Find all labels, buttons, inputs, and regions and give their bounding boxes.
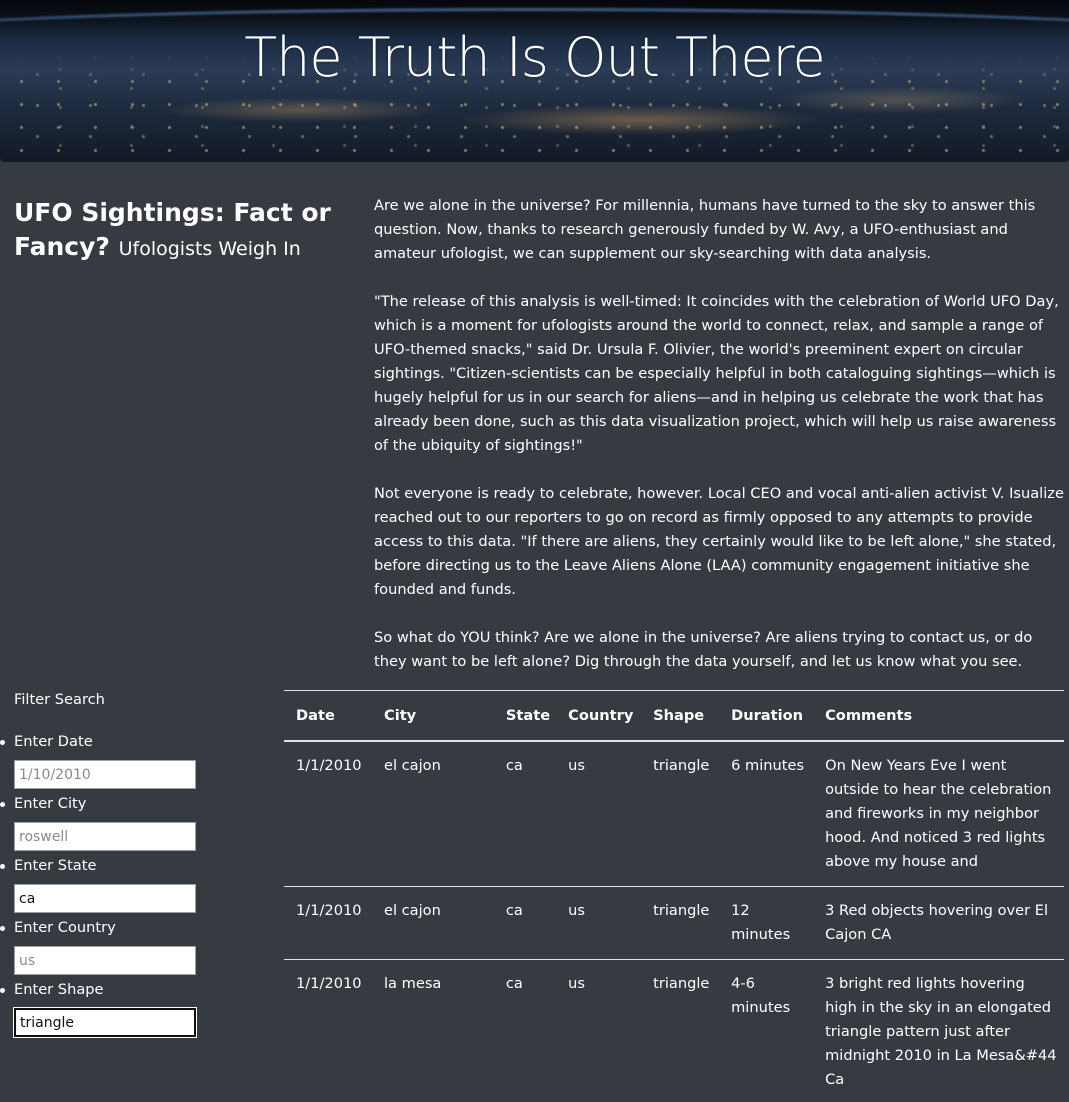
country-filter-input[interactable]	[14, 946, 196, 975]
state-filter-input[interactable]	[14, 884, 196, 913]
ufo-table-container: Date City State Country Shape Duration C…	[284, 690, 1064, 1102]
hero-banner: The Truth Is Out There	[0, 0, 1069, 162]
article-paragraph: So what do YOU think? Are we alone in th…	[374, 629, 1033, 670]
table-row: 1/1/2010 la mesa ca us triangle 4-6 minu…	[284, 959, 1064, 1102]
column-header-date: Date	[284, 690, 372, 742]
shape-filter-input[interactable]	[14, 1008, 196, 1037]
cell-comments: 3 bright red lights hovering high in the…	[813, 959, 1064, 1102]
column-header-duration: Duration	[719, 690, 814, 742]
cell-duration: 6 minutes	[719, 740, 814, 887]
article-body: Are we alone in the universe? For millen…	[374, 194, 1066, 698]
cell-country: us	[556, 959, 642, 1102]
table-row: 1/1/2010 el cajon ca us triangle 12 minu…	[284, 886, 1064, 960]
article-paragraph: "The release of this analysis is well-ti…	[374, 293, 1059, 454]
cell-country: us	[556, 886, 642, 960]
cell-state: ca	[493, 959, 557, 1102]
filter-item-date: Enter Date	[0, 730, 274, 792]
cell-duration: 12 minutes	[719, 886, 814, 960]
column-header-city: City	[371, 690, 494, 742]
cell-city: la mesa	[371, 959, 494, 1102]
cell-state: ca	[493, 886, 557, 960]
cell-shape: triangle	[641, 886, 720, 960]
filter-list: Enter Date Enter City Enter State Enter …	[0, 730, 274, 1040]
filter-search-title: Filter Search	[14, 691, 105, 708]
table-head: Date City State Country Shape Duration C…	[284, 690, 1064, 742]
filter-item-state: Enter State	[0, 854, 274, 916]
cell-state: ca	[493, 740, 557, 887]
table-body: 1/1/2010 el cajon ca us triangle 6 minut…	[284, 740, 1064, 1102]
cell-date: 1/1/2010	[284, 959, 372, 1102]
table-row: 1/1/2010 el cajon ca us triangle 6 minut…	[284, 740, 1064, 887]
cell-comments: 3 Red objects hovering over El Cajon CA	[813, 886, 1064, 960]
country-filter-label: Enter Country	[14, 919, 116, 936]
column-header-shape: Shape	[641, 690, 720, 742]
ufo-sightings-table: Date City State Country Shape Duration C…	[284, 690, 1064, 1102]
article-subheading: Ufologists Weigh In	[118, 238, 301, 260]
article-paragraph: Are we alone in the universe? For millen…	[374, 197, 1036, 262]
date-filter-input[interactable]	[14, 760, 196, 789]
filter-item-shape: Enter Shape	[0, 978, 274, 1040]
shape-filter-label: Enter Shape	[14, 981, 104, 998]
article-heading: UFO Sightings: Fact or Fancy? Ufologists…	[14, 196, 344, 266]
date-filter-label: Enter Date	[14, 733, 93, 750]
city-filter-input[interactable]	[14, 822, 196, 851]
cell-date: 1/1/2010	[284, 886, 372, 960]
cell-date: 1/1/2010	[284, 740, 372, 887]
hero-title: The Truth Is Out There	[244, 26, 826, 89]
filter-item-city: Enter City	[0, 792, 274, 854]
table-header-row: Date City State Country Shape Duration C…	[284, 690, 1064, 742]
column-header-country: Country	[556, 690, 642, 742]
article-paragraph: Not everyone is ready to celebrate, howe…	[374, 485, 1064, 598]
cell-shape: triangle	[641, 959, 720, 1102]
state-filter-label: Enter State	[14, 857, 97, 874]
cell-city: el cajon	[371, 886, 494, 960]
cell-duration: 4-6 minutes	[719, 959, 814, 1102]
cell-city: el cajon	[371, 740, 494, 887]
cell-shape: triangle	[641, 740, 720, 887]
city-filter-label: Enter City	[14, 795, 87, 812]
filter-item-country: Enter Country	[0, 916, 274, 978]
column-header-comments: Comments	[813, 690, 1064, 742]
column-header-state: State	[493, 690, 557, 742]
cell-country: us	[556, 740, 642, 887]
cell-comments: On New Years Eve I went outside to hear …	[813, 740, 1064, 887]
